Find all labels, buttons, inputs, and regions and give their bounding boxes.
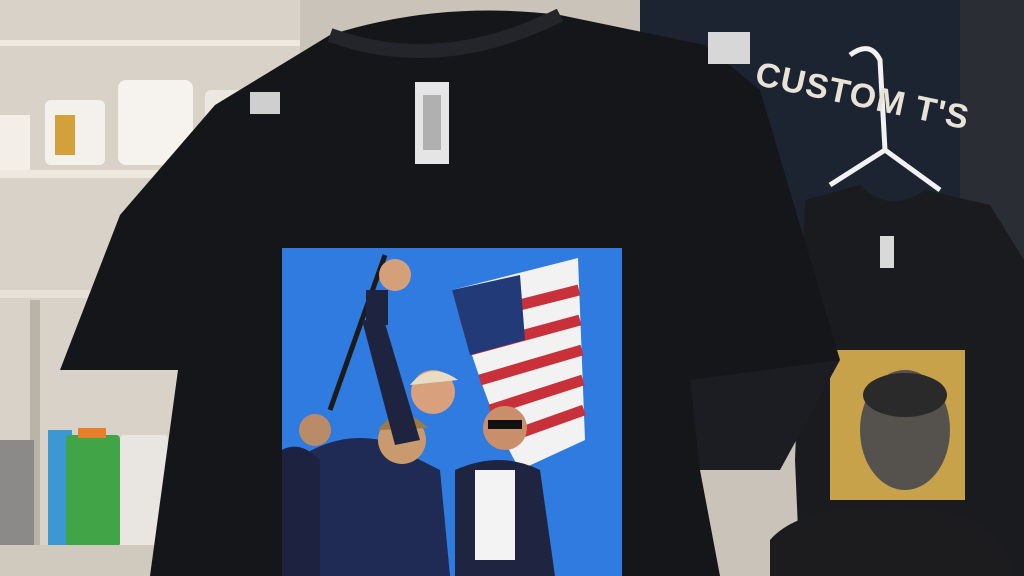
spool-cap	[78, 428, 106, 438]
guard-shirt	[475, 470, 515, 560]
mug-print	[55, 115, 75, 155]
raised-fist	[379, 259, 411, 291]
thread-spool	[66, 435, 120, 547]
counter	[0, 545, 160, 576]
clip-icon	[250, 92, 280, 114]
print-cap	[863, 373, 947, 417]
agent-left	[282, 446, 320, 576]
guard-sunglasses	[488, 420, 522, 429]
agent-left-head	[299, 414, 331, 446]
clip-icon	[708, 32, 750, 64]
thread-spool	[0, 440, 34, 545]
shelf-board	[0, 40, 300, 46]
tag-barcode	[423, 95, 441, 150]
mug	[0, 115, 30, 170]
raised-sleeve	[366, 290, 388, 325]
photo-scene: CUSTOM T'S	[0, 0, 1024, 576]
shirt-tag	[880, 236, 894, 268]
